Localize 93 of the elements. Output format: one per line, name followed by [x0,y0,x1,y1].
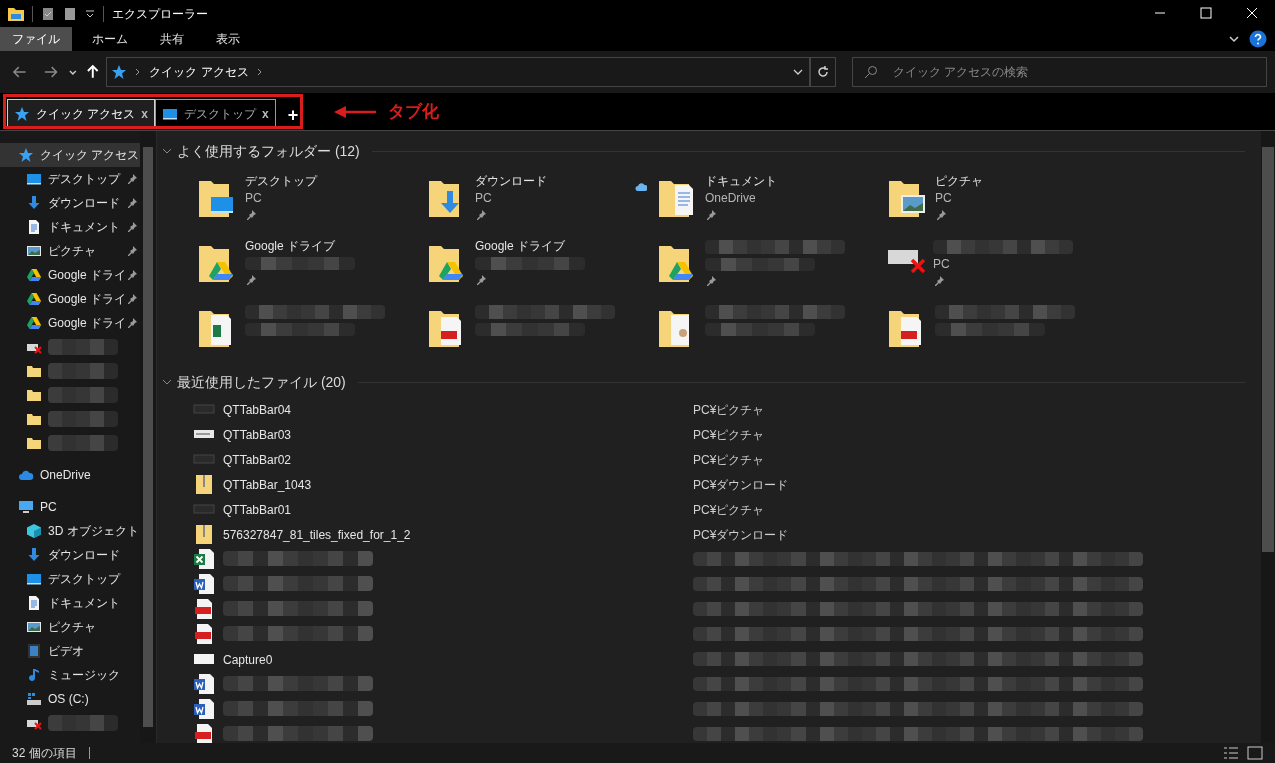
file-location: PC¥ピクチャ [693,452,765,467]
sidebar-item[interactable]: ピクチャ [0,615,140,639]
file-name: QTTabBar02 [223,452,292,467]
file-name: QTTabBar01 [223,502,292,517]
ribbon-tab[interactable]: 表示 [204,27,252,51]
file-row[interactable]: Capture0 [161,646,1261,671]
sidebar-label: クイック アクセス [40,147,140,164]
tab-label: クイック アクセス [36,106,136,123]
file-name: QTTabBar04 [223,402,292,417]
sidebar-label: 3D オブジェクト [48,523,139,540]
tab-close-button[interactable]: x [262,105,269,123]
ribbon-tab[interactable]: ファイル [0,27,72,51]
file-row[interactable]: 576327847_81_tiles_fixed_for_1_2 PC¥ダウンロード [161,521,1261,546]
annotation-label: タブ化 [388,100,440,123]
folder-name: Google ドライブ [245,238,337,255]
folder-name: ピクチャ [935,173,983,190]
sidebar-label: ミュージック [48,667,120,684]
sidebar-label: OneDrive [40,467,91,484]
file-row[interactable]: QTTabBar02 PC¥ピクチャ [161,446,1261,471]
sidebar-label: Google ドライ [48,267,127,284]
sidebar-item[interactable]: Google ドライ [0,311,140,335]
folder-tile[interactable]: ダウンロード PC [395,171,625,236]
ribbon-tab[interactable]: 共有 [148,27,196,51]
file-name: QTTabBar03 [223,427,292,442]
file-row[interactable]: QTTabBar01 PC¥ピクチャ [161,496,1261,521]
folder-location: PC [245,190,263,207]
file-row[interactable]: QTTabBar_1043 PC¥ダウンロード [161,471,1261,496]
sidebar-label: デスクトップ [48,571,120,588]
file-name: Capture0 [223,652,273,667]
sidebar-item[interactable]: Google ドライ [0,287,140,311]
sidebar-label: ピクチャ [48,243,96,260]
folder-name: ドキュメント [705,173,777,190]
sidebar-item[interactable]: デスクトップ [0,567,140,591]
sidebar-label: ドキュメント [48,595,120,612]
sidebar-label: OS (C:) [48,691,89,708]
folder-tile[interactable]: ピクチャ PC [855,171,1085,236]
folder-tile[interactable]: Google ドライブ [165,236,395,301]
folder-location: PC [933,256,951,273]
folder-tile[interactable]: デスクトップ PC [165,171,395,236]
window-title: エクスプローラー [112,5,208,23]
file-location: PC¥ピクチャ [693,402,765,417]
sidebar-label: Google ドライ [48,291,127,308]
folder-name: ダウンロード [475,173,547,190]
file-name: 576327847_81_tiles_fixed_for_1_2 [223,527,411,542]
file-name: QTTabBar_1043 [223,477,312,492]
sidebar-item[interactable]: ミュージック [0,663,140,687]
section-title[interactable]: 最近使用したファイル (20) [177,371,346,393]
section-title[interactable]: よく使用するフォルダー (12) [177,140,360,162]
sidebar-item[interactable]: クイック アクセス [0,143,140,167]
tab-label: デスクトップ [184,106,257,123]
sidebar-item[interactable]: ドキュメント [0,215,140,239]
folder-tile[interactable]: Google ドライブ [395,236,625,301]
tab-close-button[interactable]: x [141,105,149,123]
sidebar-item[interactable]: 3D オブジェクト [0,519,140,543]
sidebar-item[interactable]: OneDrive [0,463,140,487]
new-tab-button[interactable]: + [287,106,299,124]
item-count: 32 個の項目 [12,745,77,762]
file-location: PC¥ピクチャ [693,427,765,442]
folder-tile[interactable]: PC [855,236,1085,301]
sidebar-item[interactable]: Google ドライ [0,263,140,287]
sidebar-item[interactable]: ドキュメント [0,591,140,615]
file-location: PC¥ダウンロード [693,477,789,492]
folder-location: PC [935,190,953,207]
sidebar-item[interactable]: ダウンロード [0,543,140,567]
sidebar-label: ダウンロード [48,547,120,564]
breadcrumb[interactable]: クイック アクセス [149,63,249,81]
search-field[interactable]: クイック アクセスの検索 [851,57,1267,87]
address-bar[interactable]: クイック アクセス [106,57,811,87]
tab[interactable]: デスクトップ x [155,99,276,128]
sidebar-item[interactable]: OS (C:) [0,687,140,711]
sidebar-label: ドキュメント [48,219,120,236]
folder-tile[interactable]: ドキュメント OneDrive [625,171,855,236]
folder-name: デスクトップ [245,173,317,190]
sidebar-label: ピクチャ [48,619,96,636]
file-row[interactable]: QTTabBar04 PC¥ピクチャ [161,396,1261,421]
sidebar-label: デスクトップ [48,171,120,188]
sidebar-item[interactable]: デスクトップ [0,167,140,191]
sidebar-item[interactable]: ビデオ [0,639,140,663]
sidebar-label: ダウンロード [48,195,120,212]
sidebar-item[interactable]: ピクチャ [0,239,140,263]
sidebar-label: ビデオ [48,643,84,660]
folder-location: PC [475,190,493,207]
folder-location: OneDrive [705,190,757,207]
tab[interactable]: クイック アクセス x [7,99,156,128]
ribbon-tab[interactable]: ホーム [80,27,140,51]
folder-name: Google ドライブ [475,238,567,255]
sidebar-item[interactable]: PC [0,495,140,519]
file-location: PC¥ダウンロード [693,527,789,542]
sidebar-item[interactable]: ダウンロード [0,191,140,215]
sidebar-label: PC [40,499,57,516]
sidebar-label: Google ドライ [48,315,127,332]
file-location: PC¥ピクチャ [693,502,765,517]
file-row[interactable]: QTTabBar03 PC¥ピクチャ [161,421,1261,446]
